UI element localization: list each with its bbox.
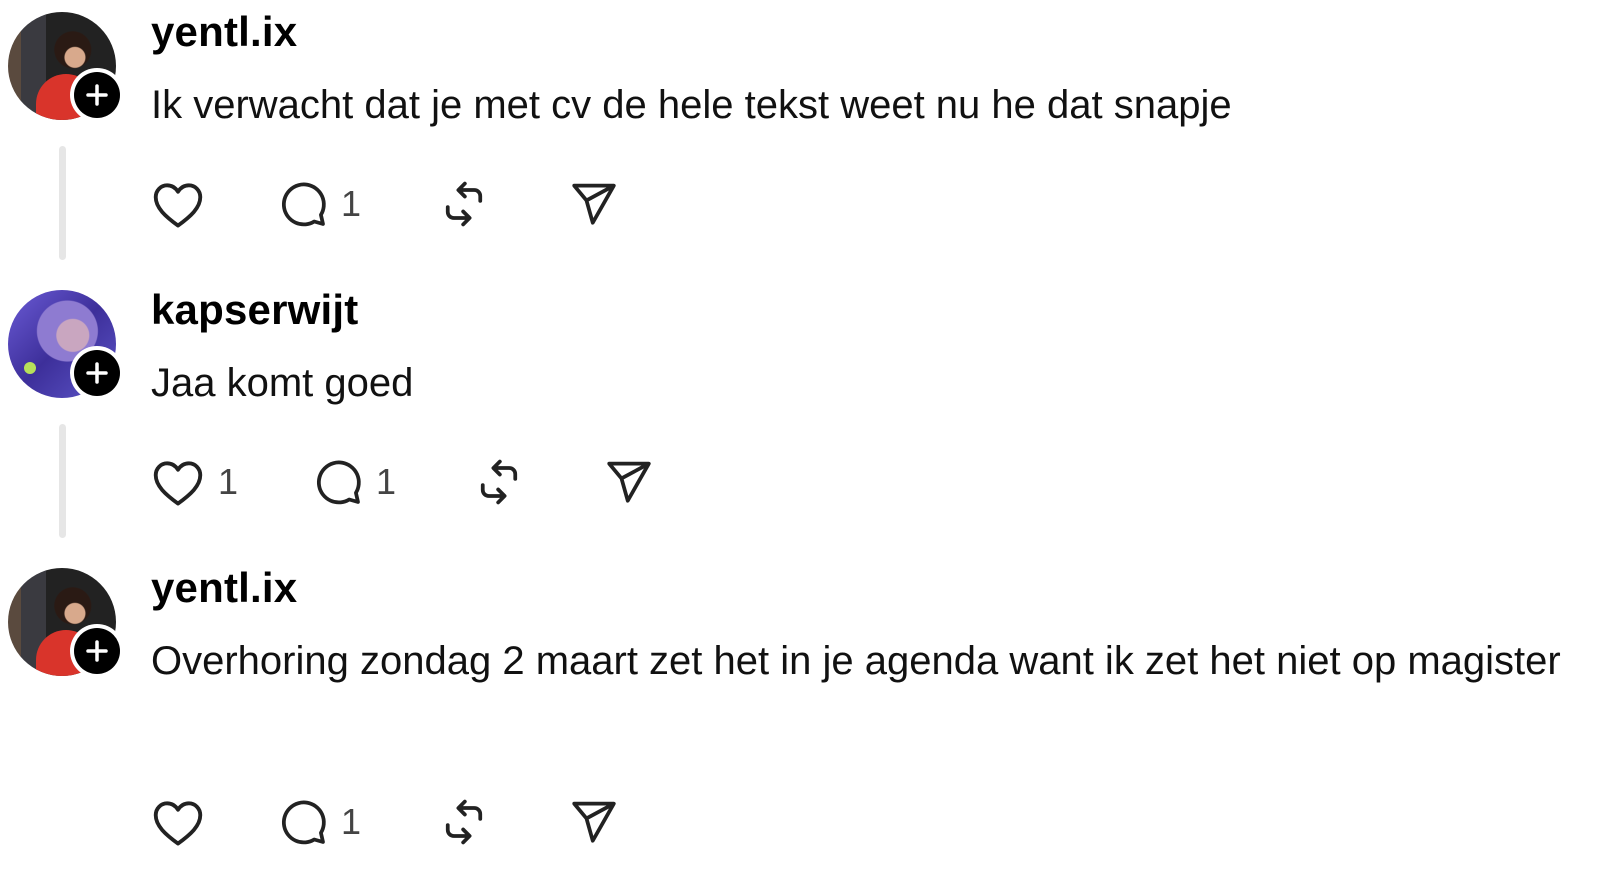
like-button[interactable] <box>150 797 277 847</box>
reply-count: 1 <box>341 183 362 224</box>
follow-button[interactable] <box>70 624 124 678</box>
avatar-wrap[interactable] <box>8 568 124 678</box>
action-bar: 1 <box>150 794 620 850</box>
action-bar: 1 <box>150 176 620 232</box>
reply-button[interactable]: 1 <box>277 179 439 229</box>
like-button[interactable]: 1 <box>150 457 312 507</box>
avatar-wrap[interactable] <box>8 12 124 122</box>
thread-line <box>59 146 66 260</box>
share-button[interactable] <box>568 797 620 847</box>
like-count: 1 <box>218 461 239 502</box>
send-icon <box>607 461 651 503</box>
thread-line <box>59 424 66 538</box>
post-text: Overhoring zondag 2 maart zet het in je … <box>151 639 1561 683</box>
plus-icon <box>86 362 108 384</box>
send-icon <box>572 183 616 225</box>
post: kapserwijt Jaa komt goed 1 1 <box>0 278 1604 548</box>
repost-icon <box>445 181 483 227</box>
reply-button[interactable]: 1 <box>312 457 474 507</box>
reply-count: 1 <box>376 461 397 502</box>
send-icon <box>572 801 616 843</box>
action-bar: 1 1 <box>150 454 655 510</box>
repost-icon <box>445 799 483 845</box>
repost-button[interactable] <box>439 178 568 230</box>
follow-button[interactable] <box>70 346 124 400</box>
reply-button[interactable]: 1 <box>277 797 439 847</box>
share-button[interactable] <box>603 457 655 507</box>
plus-icon <box>86 640 108 662</box>
heart-icon <box>153 801 203 846</box>
like-button[interactable] <box>150 179 277 229</box>
username[interactable]: kapserwijt <box>151 286 358 334</box>
heart-icon <box>153 461 203 506</box>
share-button[interactable] <box>568 179 620 229</box>
avatar-wrap[interactable] <box>8 290 124 400</box>
heart-icon <box>153 183 203 228</box>
username[interactable]: yentl.ix <box>151 8 297 56</box>
post: yentl.ix Overhoring zondag 2 maart zet h… <box>0 556 1604 882</box>
username[interactable]: yentl.ix <box>151 564 297 612</box>
repost-button[interactable] <box>439 796 568 848</box>
plus-icon <box>86 84 108 106</box>
follow-button[interactable] <box>70 68 124 122</box>
comment-icon <box>317 460 361 505</box>
comment-icon <box>282 182 326 227</box>
repost-button[interactable] <box>474 456 603 508</box>
repost-icon <box>480 459 518 505</box>
post-text: Jaa komt goed <box>151 361 414 405</box>
reply-count: 1 <box>341 801 362 842</box>
post: yentl.ix Ik verwacht dat je met cv de he… <box>0 0 1604 270</box>
comment-icon <box>282 800 326 845</box>
post-text: Ik verwacht dat je met cv de hele tekst … <box>151 83 1232 127</box>
